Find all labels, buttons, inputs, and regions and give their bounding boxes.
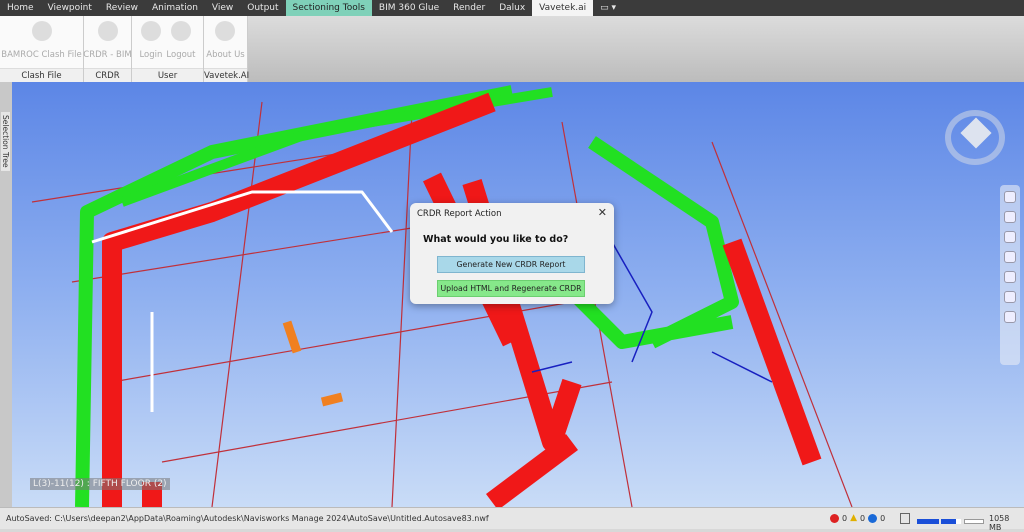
ribbon-tabs: Home Viewpoint Review Animation View Out… <box>0 0 1024 16</box>
tab-sectioning-tools[interactable]: Sectioning Tools <box>285 0 372 16</box>
panel-crdr: CRDR - BIM CRDR <box>83 16 132 82</box>
button-label: CRDR - BIM <box>83 50 132 60</box>
tab-review[interactable]: Review <box>99 0 145 16</box>
zoom-icon[interactable] <box>1004 231 1016 243</box>
navigation-bar <box>1000 185 1020 365</box>
info-count: 0 <box>880 513 886 523</box>
autosave-path: AutoSaved: C:\Users\deepan2\AppData\Roam… <box>6 514 489 523</box>
duct-green <box>75 85 739 507</box>
web-server-progress-bar <box>964 519 984 524</box>
tab-view[interactable]: View <box>205 0 240 16</box>
crdr-icon <box>97 21 118 41</box>
upload-html-regenerate-button[interactable]: Upload HTML and Regenerate CRDR <box>437 280 585 297</box>
selection-tree-tab[interactable]: Selection Tree <box>0 82 12 507</box>
panel-label: User Management <box>132 68 203 95</box>
panel-vavetek: About Us Vavetek.AI <box>204 16 249 82</box>
pan-icon[interactable] <box>1004 211 1016 223</box>
steering-wheel-icon[interactable] <box>1004 191 1016 203</box>
panel-user-management: Login Logout User Management <box>132 16 204 95</box>
memory-usage: 1058 MB <box>989 514 1010 532</box>
tab-vavetek[interactable]: Vavetek.ai <box>532 0 594 16</box>
orbit-icon[interactable] <box>1004 251 1016 263</box>
tab-output[interactable]: Output <box>240 0 285 16</box>
dialog-title: CRDR Report Action <box>417 209 502 219</box>
sheet-browser-icon[interactable] <box>900 513 910 524</box>
panel-clash-file: BAMROC Clash File Clash File <box>0 16 84 82</box>
button-label: About Us <box>206 50 245 60</box>
close-icon[interactable]: ✕ <box>598 206 607 219</box>
about-us-button[interactable]: About Us <box>206 20 245 60</box>
viewcube[interactable] <box>945 110 1005 165</box>
duct-orange <box>282 320 344 407</box>
user-icon <box>215 21 236 41</box>
tab-viewpoint[interactable]: Viewpoint <box>41 0 99 16</box>
bamroc-clash-file-button[interactable]: BAMROC Clash File <box>1 20 82 60</box>
login-icon <box>140 21 161 41</box>
warning-icon[interactable]: ▲ <box>850 513 857 523</box>
ribbon: BAMROC Clash File Clash File CRDR - BIM … <box>0 16 1024 95</box>
pencil-progress-bar <box>917 519 939 524</box>
floor-label: L(3)-11(12) : FIFTH FLOOR (2) <box>30 478 170 490</box>
dialog-question: What would you like to do? <box>423 234 569 245</box>
tab-home[interactable]: Home <box>0 0 41 16</box>
button-label: BAMROC Clash File <box>1 50 82 60</box>
paging-progress-bar <box>941 519 961 524</box>
button-label: Login <box>139 50 163 60</box>
status-bar: AutoSaved: C:\Users\deepan2\AppData\Roam… <box>0 507 1024 532</box>
logout-button[interactable]: Logout <box>166 20 196 60</box>
error-icon[interactable] <box>830 513 839 523</box>
tab-dalux[interactable]: Dalux <box>492 0 532 16</box>
select-icon[interactable] <box>1004 311 1016 323</box>
look-icon[interactable] <box>1004 271 1016 283</box>
tab-bim360-glue[interactable]: BIM 360 Glue <box>372 0 446 16</box>
camera-dropdown-icon[interactable]: ▭ ▾ <box>593 0 623 16</box>
panel-label: Vavetek.AI <box>204 68 249 82</box>
logout-icon <box>170 21 191 41</box>
tab-render[interactable]: Render <box>446 0 492 16</box>
generate-crdr-report-button[interactable]: Generate New CRDR Report <box>437 256 585 273</box>
clash-file-icon <box>31 21 52 41</box>
error-count: 0 <box>842 513 848 523</box>
crdr-report-action-dialog: CRDR Report Action ✕ What would you like… <box>410 203 614 304</box>
crdr-bim-button[interactable]: CRDR - BIM <box>83 20 132 60</box>
button-label: Logout <box>166 50 196 60</box>
walk-icon[interactable] <box>1004 291 1016 303</box>
viewcube-cube-icon <box>960 117 992 149</box>
warning-count: 0 <box>860 513 866 523</box>
selection-tree-label: Selection Tree <box>1 112 10 171</box>
panel-label: Clash File <box>0 68 83 82</box>
login-button[interactable]: Login <box>139 20 162 60</box>
tab-animation[interactable]: Animation <box>145 0 205 16</box>
info-icon[interactable] <box>868 513 878 523</box>
panel-label: CRDR <box>84 68 131 82</box>
